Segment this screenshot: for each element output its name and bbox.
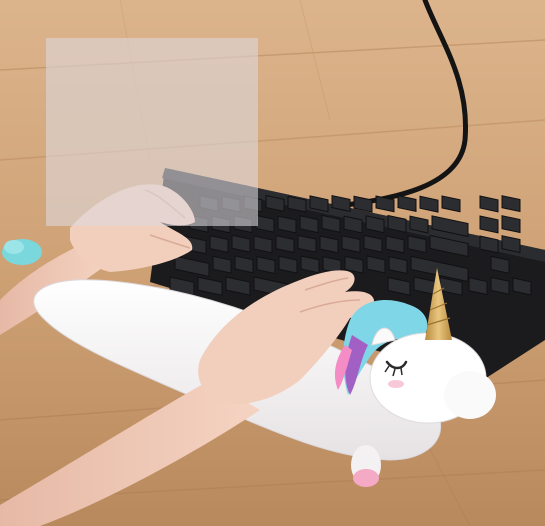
photo-scene [0, 0, 545, 526]
unicorn-tail [2, 239, 42, 265]
unicorn-cheek [388, 380, 404, 388]
translucent-overlay-block [46, 38, 258, 226]
